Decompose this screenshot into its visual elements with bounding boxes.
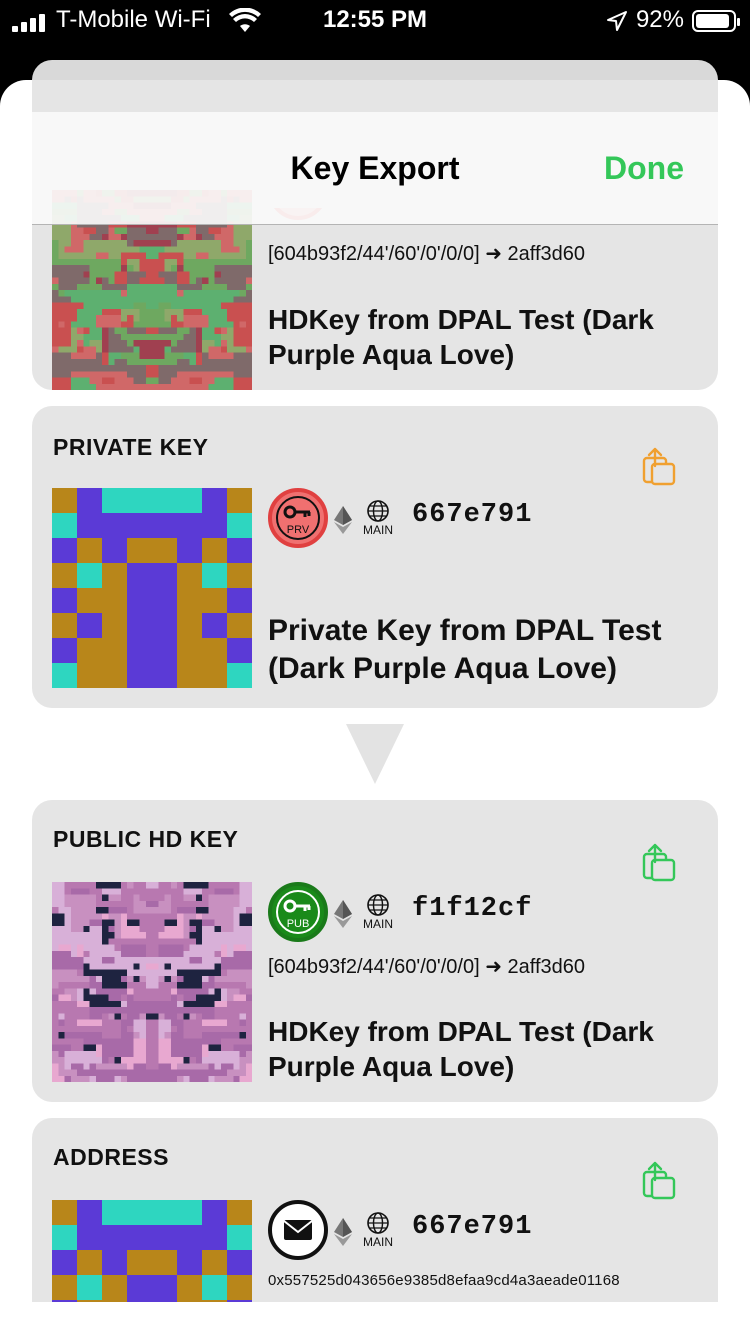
address-card: ADDRESS MAIN 667e791 0x557525d043656e938… [32,1118,718,1302]
derivation-path: [604b93f2/44'/60'/0'/0/0] ➜ 2aff3d60 [268,956,585,978]
key-id: f1f12cf [412,894,533,924]
key-info-row: PUB MAIN f1f12cf [268,882,568,942]
key-name: Private Key from DPAL Test (Dark Purple … [268,614,662,685]
identicon-private-key [52,488,252,688]
battery-icon [692,10,740,32]
private-key-card: PRIVATE KEY PRV MAIN 667e791 Private Key… [32,406,718,708]
globe-icon: MAIN [362,894,394,934]
prv-badge-icon: PRV [268,488,328,548]
derivation-path: [604b93f2/44'/60'/0'/0/0] ➜ 2aff3d60 [268,243,585,265]
public-hd-key-card: PUBLIC HD KEY PUB MAIN f1f12cf [604b93f2… [32,800,718,1102]
nav-bar: Key Export Done [32,112,718,225]
network-label: MAIN [363,523,393,537]
pub-badge-icon: PUB [268,882,328,942]
globe-icon: MAIN [362,1212,394,1252]
envelope-icon [268,1200,328,1260]
key-id: 667e791 [412,500,533,530]
key-name: HDKey from DPAL Test (Dark Purple Aqua L… [268,1016,654,1082]
ethereum-icon [334,900,352,928]
ethereum-icon [334,1218,352,1246]
battery-percent: 92% [635,6,684,33]
key-id: 667e791 [412,1212,533,1242]
share-icon[interactable] [642,446,676,486]
network-label: MAIN [363,1235,393,1249]
key-name: HDKey from DPAL Test (Dark Purple Aqua L… [268,304,654,370]
ethereum-icon [334,506,352,534]
key-export-sheet: Key Export Done [604b93f2/44'/60'/0'/0/0… [0,80,750,1334]
key-info-row: PRV MAIN 667e791 [268,488,568,548]
done-button[interactable]: Done [604,150,684,187]
card-label: PUBLIC HD KEY [53,826,239,852]
status-bar: T-Mobile Wi-Fi 12:55 PM 92% [0,0,750,44]
badge-label: PRV [286,524,310,536]
network-label: MAIN [363,917,393,931]
card-label: PRIVATE KEY [53,434,209,460]
location-arrow-icon [607,11,627,31]
share-icon[interactable] [642,1160,676,1200]
identicon-public-hd-key [52,882,252,1082]
address-value: 0x557525d043656e9385d8efaa9cd4a3aeade011… [268,1272,620,1289]
key-info-row: MAIN 667e791 [268,1200,568,1260]
card-label: ADDRESS [53,1144,169,1170]
identicon-address [52,1200,252,1302]
badge-label: PUB [286,918,310,930]
scroll-content[interactable]: [604b93f2/44'/60'/0'/0/0] ➜ 2aff3d60 HDK… [0,80,750,1302]
down-arrow-icon [346,724,404,784]
globe-icon: MAIN [362,500,394,540]
share-icon[interactable] [642,842,676,882]
